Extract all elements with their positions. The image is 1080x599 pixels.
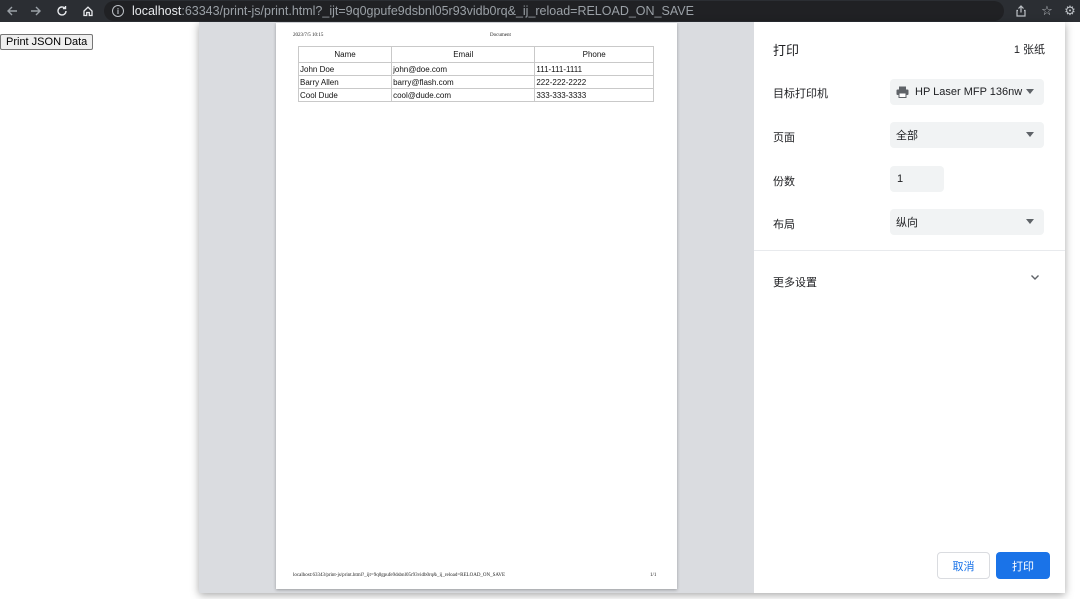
column-header-name: Name: [297, 46, 393, 63]
column-header-phone: Phone: [534, 46, 654, 63]
pages-value: 全部: [896, 130, 918, 142]
share-icon: [1016, 5, 1026, 17]
table-cell: Cool Dude: [297, 88, 393, 102]
copies-input[interactable]: [890, 166, 944, 192]
table-row: Barry Allen barry@flash.com 222-222-2222: [297, 75, 654, 89]
more-settings-label: 更多设置: [773, 277, 817, 289]
table-cell: cool@dude.com: [391, 88, 536, 102]
table-cell: 111-111-1111: [534, 62, 654, 76]
reload-button[interactable]: [51, 0, 73, 22]
address-bar[interactable]: i localhost:63343/print-js/print.html?_i…: [104, 1, 1004, 21]
gear-icon: ⚙: [1064, 3, 1076, 18]
column-header-email: Email: [391, 46, 536, 63]
json-data-table: Name Email Phone John Doe john@doe.com 1…: [297, 46, 654, 102]
browser-toolbar: i localhost:63343/print-js/print.html?_i…: [0, 0, 1080, 22]
printer-icon: [896, 86, 909, 98]
home-button[interactable]: [77, 0, 99, 22]
preview-header-title: Document: [490, 33, 511, 38]
destination-label: 目标打印机: [773, 88, 828, 100]
arrow-left-icon: [7, 6, 17, 16]
preview-page: 2023/7/5 10:15 Document Name Email Phone…: [276, 23, 677, 589]
table-row: John Doe john@doe.com 111-111-1111: [297, 62, 654, 76]
dropdown-caret-icon: [1026, 89, 1034, 94]
table-cell: 222-222-2222: [534, 75, 654, 89]
bookmark-button[interactable]: ☆: [1034, 0, 1060, 22]
table-cell: barry@flash.com: [391, 75, 536, 89]
table-cell: 333-333-3333: [534, 88, 654, 102]
share-button[interactable]: [1008, 0, 1034, 22]
pages-label: 页面: [773, 132, 795, 144]
forward-button[interactable]: [25, 0, 47, 22]
info-icon[interactable]: i: [112, 5, 124, 17]
preview-page-number: 1/1: [650, 573, 657, 578]
url-text: localhost:63343/print-js/print.html?_ijt…: [132, 4, 694, 18]
dialog-title: 打印: [773, 43, 800, 58]
table-cell: Barry Allen: [297, 75, 393, 89]
toolbar-actions: ☆ ⚙: [1008, 0, 1080, 22]
dropdown-caret-icon: [1026, 132, 1034, 137]
chevron-down-icon: [1031, 275, 1039, 280]
more-settings-toggle[interactable]: 更多设置: [754, 267, 1065, 293]
copies-label: 份数: [773, 176, 795, 188]
print-json-data-button[interactable]: Print JSON Data: [0, 34, 94, 50]
settings-divider: [754, 250, 1065, 251]
layout-select[interactable]: 纵向: [890, 209, 1044, 235]
table-row: Cool Dude cool@dude.com 333-333-3333: [297, 88, 654, 102]
reload-icon: [57, 6, 67, 16]
table-header-row: Name Email Phone: [297, 46, 654, 63]
print-preview-area: 2023/7/5 10:15 Document Name Email Phone…: [199, 22, 754, 593]
destination-value: HP Laser MFP 136nw: [915, 86, 1023, 98]
star-icon: ☆: [1041, 3, 1053, 18]
pages-select[interactable]: 全部: [890, 122, 1044, 148]
layout-value: 纵向: [896, 217, 918, 229]
destination-select[interactable]: HP Laser MFP 136nw: [890, 79, 1044, 105]
print-button[interactable]: 打印: [996, 552, 1050, 579]
preview-header-date: 2023/7/5 10:15: [293, 33, 324, 38]
arrow-right-icon: [31, 6, 41, 16]
print-settings-panel: 打印 1 张纸 目标打印机 HP Laser MFP 136nw 页面 全部 份…: [754, 22, 1065, 593]
print-dialog: 2023/7/5 10:15 Document Name Email Phone…: [199, 22, 1065, 593]
table-cell: john@doe.com: [391, 62, 536, 76]
cancel-button[interactable]: 取消: [937, 552, 990, 579]
back-button[interactable]: [1, 0, 23, 22]
home-icon: [83, 6, 93, 17]
extension-button[interactable]: ⚙: [1060, 0, 1080, 22]
sheet-count: 1 张纸: [1013, 44, 1045, 56]
table-cell: John Doe: [297, 62, 393, 76]
layout-label: 布局: [773, 219, 795, 231]
dropdown-caret-icon: [1026, 219, 1034, 224]
preview-footer-url: localhost:63343/print-js/print.html?_ijt…: [293, 573, 506, 578]
